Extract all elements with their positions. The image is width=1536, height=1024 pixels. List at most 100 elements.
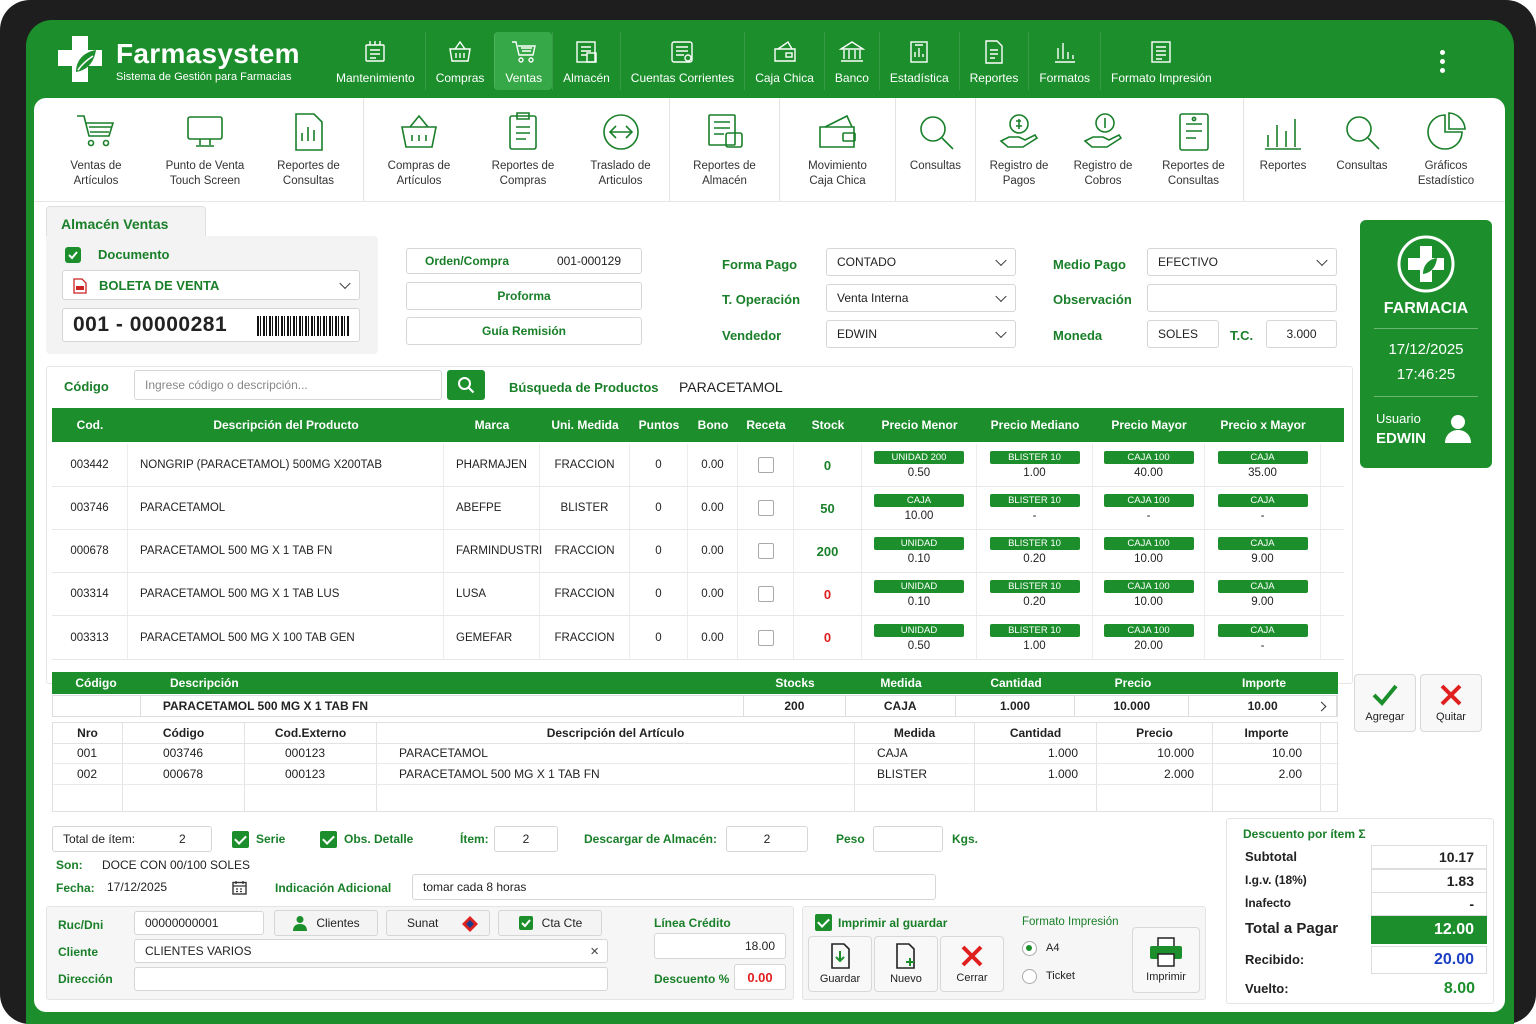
entry-descripcion[interactable]: PARACETAMOL 500 MG X 1 TAB FN	[141, 696, 744, 716]
items-col-header[interactable]: Medida	[855, 723, 975, 743]
products-col-header[interactable]: Precio x Mayor	[1205, 408, 1321, 442]
item-row[interactable]: 001 003746 000123 PARACETAMOL CAJA 1.000 10.00…	[53, 743, 1339, 764]
toolbar-registro-cobros[interactable]: Registro de Cobros	[1062, 98, 1144, 201]
entry-stocks[interactable]: 200	[744, 696, 846, 716]
entry-precio[interactable]: 10.000	[1075, 696, 1190, 716]
items-col-header[interactable]: Código	[123, 723, 245, 743]
codigo-search-input[interactable]: Ingrese código o descripción...	[134, 370, 442, 400]
obs-detalle-checkbox[interactable]	[320, 831, 337, 848]
cta-cte-button[interactable]: Cta Cte	[498, 910, 602, 936]
documento-select[interactable]: BOLETA DE VENTA	[62, 270, 360, 300]
nav-mantenimiento[interactable]: Mantenimiento	[326, 32, 425, 90]
product-row[interactable]: 003442 NONGRIP (PARACETAMOL) 500MG X200TA…	[52, 444, 1344, 487]
ticket-radio[interactable]	[1022, 969, 1037, 984]
item-row[interactable]: 002 000678 000123 PARACETAMOL 500 MG X 1 TA…	[53, 764, 1339, 785]
entry-codigo[interactable]	[53, 696, 141, 716]
search-button[interactable]	[447, 370, 485, 400]
toolbar-compras-articulos[interactable]: Compras de Artículos	[364, 98, 474, 201]
clear-icon[interactable]: ×	[590, 943, 599, 960]
descuento-field[interactable]: 0.00	[734, 964, 786, 990]
tc-field[interactable]: 3.000	[1266, 320, 1337, 348]
product-row[interactable]: 003313 PARACETAMOL 500 MG X 100 TAB GEN GE…	[52, 616, 1344, 660]
recibido-value[interactable]: 20.00	[1371, 946, 1487, 974]
products-col-header[interactable]: Descripción del Producto	[128, 408, 444, 442]
medio-pago-select[interactable]: EFECTIVO	[1147, 248, 1337, 276]
serie-checkbox[interactable]	[232, 831, 249, 848]
receta-checkbox[interactable]	[757, 543, 774, 559]
vendedor-select[interactable]: EDWIN	[826, 320, 1016, 348]
toolbar-ventas-articulos[interactable]: Ventas de Artículos	[36, 98, 156, 201]
products-col-header[interactable]: Receta	[738, 408, 794, 442]
products-col-header[interactable]: Uni. Medida	[540, 408, 630, 442]
entry-row[interactable]: PARACETAMOL 500 MG X 1 TAB FN 200 CAJA 1.00…	[52, 695, 1338, 717]
products-col-header[interactable]: Precio Menor	[862, 408, 977, 442]
nav-formatos[interactable]: Formatos	[1028, 32, 1100, 90]
imprimir-button[interactable]: Imprimir	[1132, 927, 1200, 993]
peso-field[interactable]	[873, 826, 943, 852]
toolbar-reportes-consultas[interactable]: Reportes de Consultas	[254, 98, 364, 201]
guardar-button[interactable]: Guardar	[808, 936, 872, 992]
nav-cuentas-corrientes[interactable]: Cuentas Corrientes	[619, 32, 744, 90]
nav-ventas[interactable]: Ventas	[494, 32, 553, 90]
forma-pago-select[interactable]: CONTADO	[826, 248, 1016, 276]
items-col-header[interactable]: Descripción del Artículo	[377, 723, 855, 743]
nuevo-button[interactable]: Nuevo	[874, 936, 938, 992]
receta-checkbox[interactable]	[757, 457, 774, 473]
nav-formato-impresi-n[interactable]: Formato Impresión	[1100, 32, 1222, 90]
calendar-icon[interactable]	[232, 880, 247, 895]
items-col-header[interactable]: Cantidad	[975, 723, 1097, 743]
receta-checkbox[interactable]	[757, 586, 774, 602]
agregar-button[interactable]: Agregar	[1354, 674, 1416, 732]
sunat-button[interactable]: Sunat	[386, 910, 490, 936]
tab-almacen-ventas[interactable]: Almacén Ventas	[46, 206, 206, 238]
products-col-header[interactable]: Stock	[794, 408, 862, 442]
toolbar-movimiento-caja[interactable]: Movimiento Caja Chica	[780, 98, 896, 201]
items-col-header[interactable]: Nro	[53, 723, 123, 743]
cliente-input[interactable]: CLIENTES VARIOS ×	[134, 939, 608, 963]
nav-almac-n[interactable]: Almacén	[552, 32, 620, 90]
items-col-header[interactable]: Importe	[1213, 723, 1321, 743]
products-col-header[interactable]: Precio Mayor	[1093, 408, 1205, 442]
fecha-field[interactable]: 17/12/2025	[96, 875, 252, 899]
descargar-field[interactable]: 2	[726, 826, 808, 852]
toolbar-consultas[interactable]: Consultas	[896, 98, 976, 201]
nav-banco[interactable]: Banco	[823, 32, 879, 90]
direccion-input[interactable]	[134, 967, 608, 991]
cerrar-button[interactable]: Cerrar	[940, 936, 1004, 992]
more-options-icon[interactable]	[1440, 50, 1448, 77]
nav-compras[interactable]: Compras	[424, 32, 495, 90]
nav-estad-stica[interactable]: Estadística	[878, 32, 959, 90]
imprimir-guardar-checkbox[interactable]	[815, 914, 832, 931]
toolbar-traslado-articulos[interactable]: Traslado de Articulos	[572, 98, 670, 201]
nav-caja-chica[interactable]: Caja Chica	[744, 32, 824, 90]
entry-medida[interactable]: CAJA	[846, 696, 956, 716]
linea-credito-field[interactable]: 18.00	[654, 933, 786, 959]
item-row-empty[interactable]	[53, 785, 1339, 812]
receta-checkbox[interactable]	[757, 500, 774, 516]
serie-numero-field[interactable]: 001 - 00000281	[62, 308, 360, 342]
products-col-header[interactable]: Bono	[688, 408, 738, 442]
products-col-header[interactable]: Precio Mediano	[977, 408, 1093, 442]
clientes-button[interactable]: Clientes	[274, 910, 378, 936]
toolbar-reportes-consultas-2[interactable]: Reportes de Consultas	[1144, 98, 1244, 201]
toolbar-registro-pagos[interactable]: Registro de Pagos	[976, 98, 1062, 201]
entry-importe[interactable]: 10.00	[1189, 696, 1337, 716]
products-col-header[interactable]: Marca	[444, 408, 540, 442]
ruc-input[interactable]: 00000000001	[134, 911, 264, 935]
items-col-header[interactable]: Precio	[1097, 723, 1213, 743]
a4-radio[interactable]	[1022, 941, 1037, 956]
observacion-input[interactable]	[1147, 284, 1337, 312]
toolbar-consultas-2[interactable]: Consultas	[1322, 98, 1402, 201]
product-row[interactable]: 003746 PARACETAMOL ABEFPE BLISTER 0 0.00 50 CAJ…	[52, 487, 1344, 530]
toolbar-reportes[interactable]: Reportes	[1244, 98, 1322, 201]
guia-remision-button[interactable]: Guía Remisión	[406, 317, 642, 345]
products-col-header[interactable]: Cod.	[52, 408, 128, 442]
indicacion-input[interactable]: tomar cada 8 horas	[412, 874, 936, 900]
orden-compra-field[interactable]: Orden/Compra 001-000129	[406, 248, 642, 274]
product-row[interactable]: 000678 PARACETAMOL 500 MG X 1 TAB FN FARMI…	[52, 530, 1344, 573]
nav-reportes[interactable]: Reportes	[958, 32, 1029, 90]
toolbar-reportes-almacen[interactable]: Reportes de Almacén	[670, 98, 780, 201]
receta-checkbox[interactable]	[757, 629, 774, 646]
product-row[interactable]: 003314 PARACETAMOL 500 MG X 1 TAB LUS LUSA…	[52, 573, 1344, 616]
t-operacion-select[interactable]: Venta Interna	[826, 284, 1016, 312]
